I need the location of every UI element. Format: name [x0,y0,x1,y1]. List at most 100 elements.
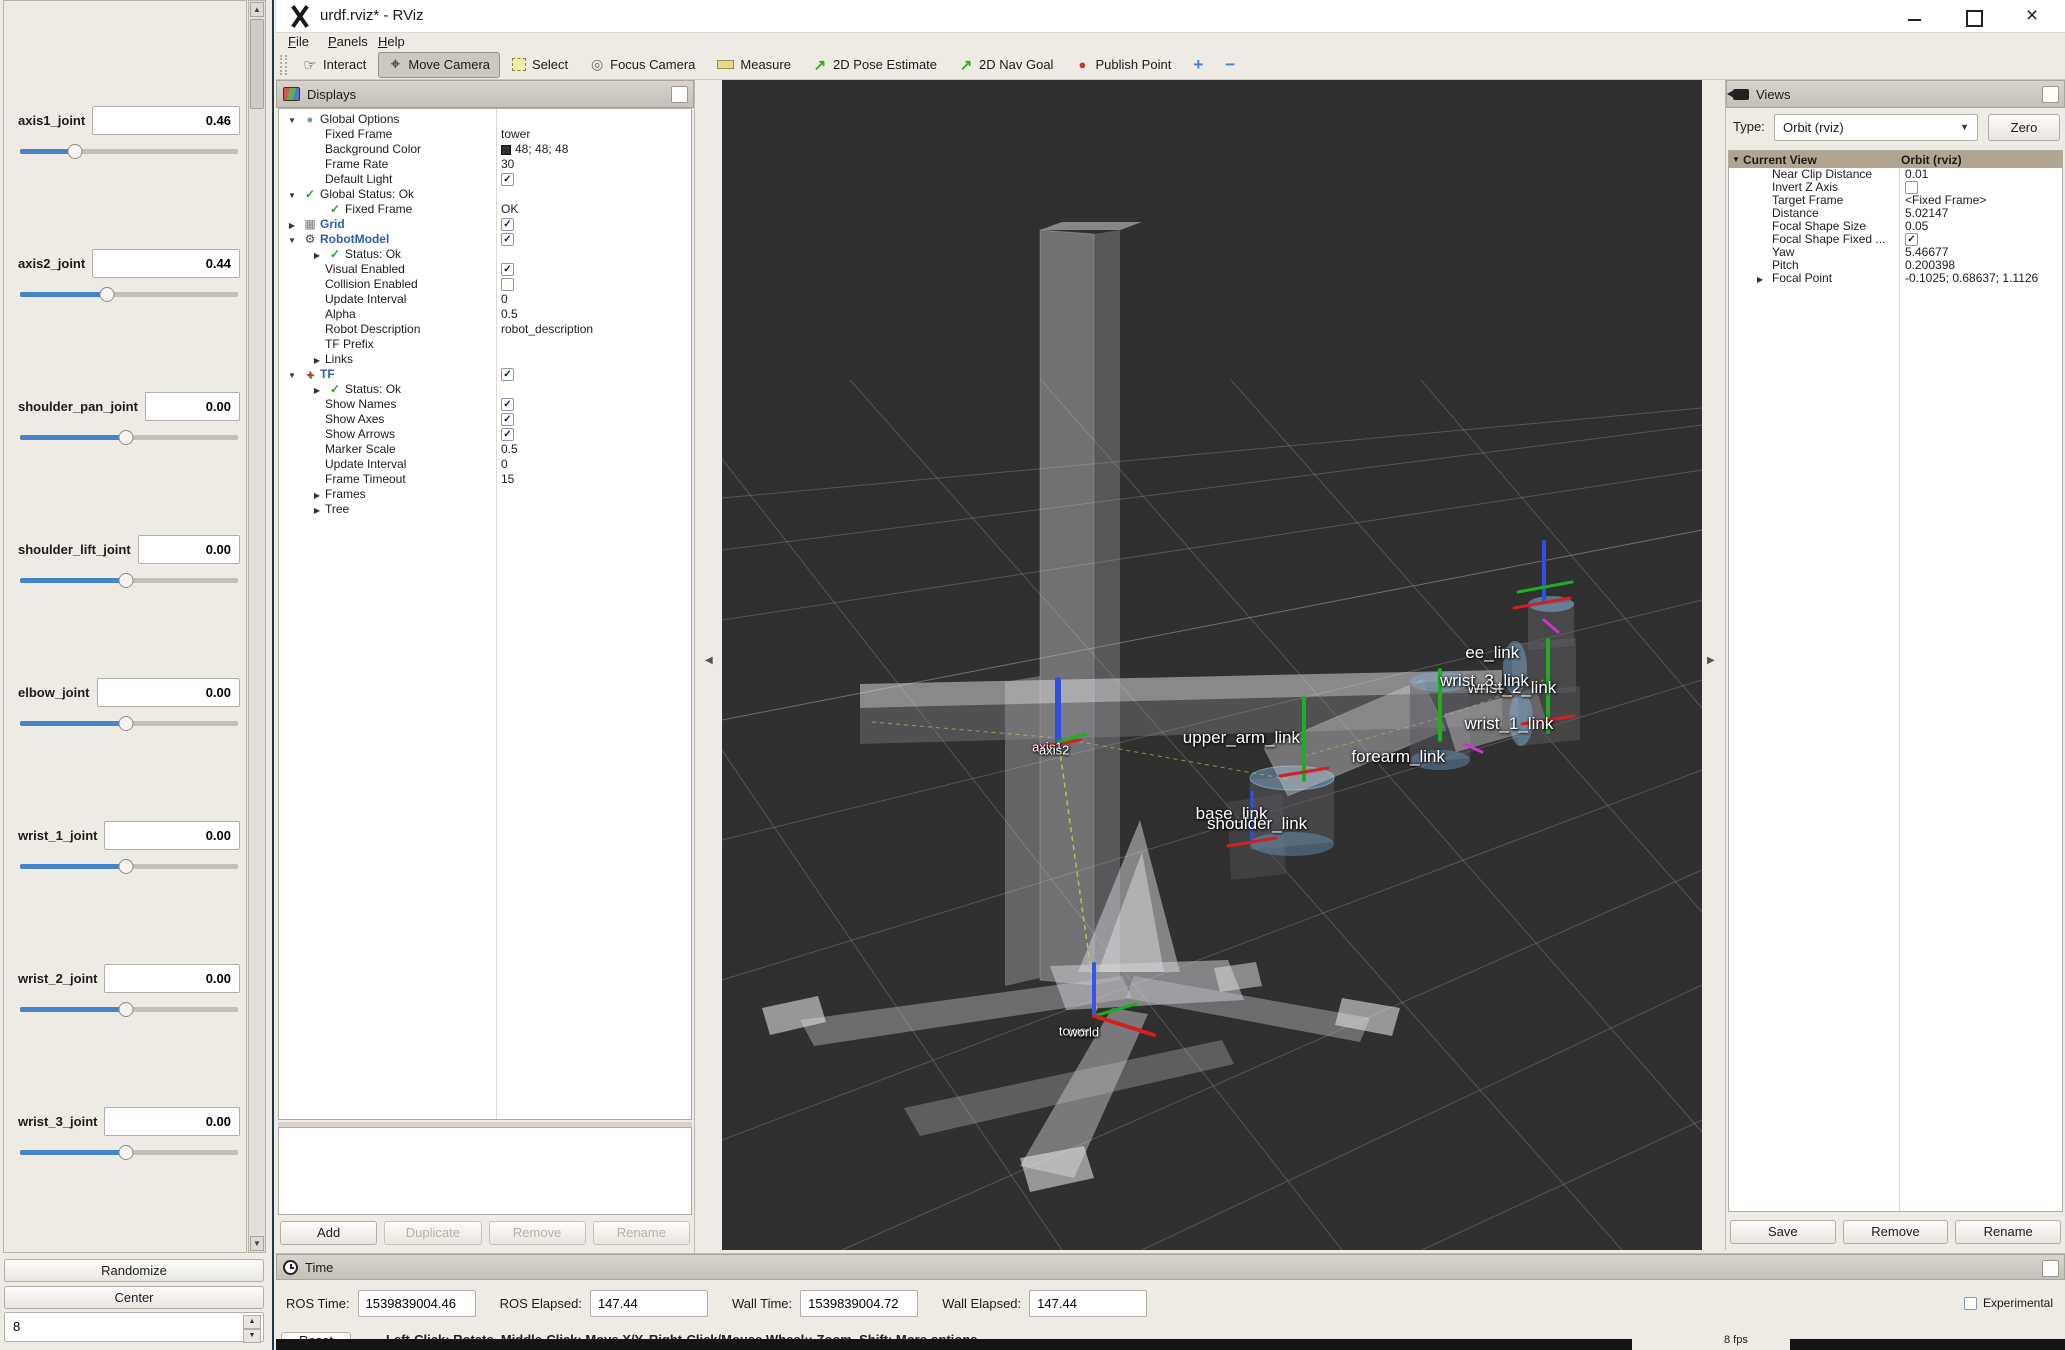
display-tree-row[interactable]: Status: Ok [279,247,691,262]
display-tree-row[interactable]: Fixed Frame tower [279,127,691,142]
display-tree-row[interactable]: Grid [279,217,691,232]
checkbox[interactable] [501,368,514,381]
joint-slider-handle[interactable] [67,144,82,159]
checkbox[interactable] [501,218,514,231]
property-value[interactable]: 0.5 [496,442,518,457]
property-value[interactable]: 48; 48; 48 [496,142,568,157]
expand-arrow-icon[interactable] [284,232,300,248]
time-field-input[interactable] [800,1290,918,1317]
joint-slider-handle[interactable] [100,287,115,302]
display-tree-row[interactable]: Default Light [279,172,691,187]
time-field-input[interactable] [590,1290,708,1317]
joint-slider-handle[interactable] [118,430,133,445]
expand-arrow-icon[interactable] [284,187,300,203]
property-value[interactable]: robot_description [496,322,593,337]
display-tree-row[interactable]: Visual Enabled [279,262,691,277]
property-value[interactable]: 30 [496,157,514,172]
minimize-icon[interactable] [1903,8,1925,26]
toolbar-tool-button[interactable]: Measure [707,52,801,78]
current-view-header[interactable]: ▼ Current View Orbit (rviz) [1729,151,2062,168]
property-value[interactable] [496,428,514,441]
property-value[interactable]: tower [496,127,530,142]
display-tree-row[interactable]: Collision Enabled [279,277,691,292]
property-value[interactable] [496,218,514,231]
collapse-right-panel-icon[interactable]: ▶ [1707,655,1715,666]
display-tree-row[interactable]: Update Interval 0 [279,457,691,472]
display-tree-row[interactable]: Links [279,352,691,367]
view-type-dropdown[interactable]: Orbit (rviz) ▼ [1774,114,1978,141]
joint-panel-scrollbar[interactable]: ▲ ▼ [248,0,266,1253]
expand-arrow-icon[interactable] [309,502,325,518]
scrollbar-down-icon[interactable]: ▼ [250,1236,264,1251]
display-tree-row[interactable]: Frames [279,487,691,502]
display-tree-row[interactable]: Status: Ok [279,382,691,397]
display-tree-row[interactable]: TF [279,367,691,382]
add-tool-button[interactable]: + [1183,55,1213,75]
checkbox[interactable] [501,413,514,426]
window-titlebar[interactable]: urdf.rviz* - RViz × [276,0,2065,33]
toolbar-drag-handle[interactable] [280,55,287,75]
display-tree-row[interactable]: Background Color 48; 48; 48 [279,142,691,157]
joint-value-input[interactable] [138,535,240,564]
property-value[interactable]: 0 [496,457,508,472]
joint-value-input[interactable] [92,249,240,278]
displays-panel-header[interactable]: Displays [276,80,694,108]
checkbox[interactable] [501,173,514,186]
menu-file[interactable]: File [288,34,309,49]
display-tree-row[interactable]: Robot Description robot_description [279,322,691,337]
joint-slider[interactable] [20,149,238,154]
joint-slider[interactable] [20,1150,238,1155]
displays-action-button[interactable]: Add [280,1221,377,1245]
time-field-input[interactable] [1029,1290,1147,1317]
property-value[interactable]: -0.1025; 0.68637; 1.1126 [1901,272,2038,285]
spin-up-icon[interactable]: ▲ [243,1315,261,1329]
center-button[interactable]: Center [4,1286,264,1309]
expand-arrow-icon[interactable] [284,367,300,383]
property-value[interactable] [496,233,514,246]
joint-slider[interactable] [20,578,238,583]
toolbar-tool-button[interactable]: Select [502,52,578,78]
3d-viewport[interactable]: upper_arm_link forearm_link wrist_1_link… [722,80,1702,1250]
property-value[interactable] [496,278,514,291]
checkbox[interactable] [501,263,514,276]
displays-action-button[interactable]: Rename [593,1221,690,1245]
spin-down-icon[interactable]: ▼ [243,1329,261,1343]
expand-arrow-icon[interactable] [309,352,325,368]
joint-slider-handle[interactable] [118,573,133,588]
collapse-left-panel-icon[interactable]: ◀ [705,655,713,666]
joint-slider-handle[interactable] [118,716,133,731]
time-field-input[interactable] [358,1290,476,1317]
toolbar-tool-button[interactable]: Focus Camera [580,52,705,78]
display-tree-row[interactable]: Global Options [279,112,691,127]
property-value[interactable] [496,368,514,381]
checkbox[interactable] [501,278,514,291]
rate-spinbox-input[interactable] [5,1313,225,1339]
scrollbar-up-icon[interactable]: ▲ [250,2,264,17]
views-action-button[interactable]: Rename [1955,1220,2061,1244]
property-value[interactable] [496,173,514,186]
joint-slider[interactable] [20,721,238,726]
time-panel-header[interactable]: Time [276,1254,2065,1280]
remove-tool-button[interactable]: − [1215,55,1245,75]
joint-value-input[interactable] [145,392,240,421]
expand-arrow-icon[interactable] [284,112,300,128]
display-tree-row[interactable]: Update Interval 0 [279,292,691,307]
checkbox[interactable] [501,428,514,441]
display-tree-row[interactable]: Global Status: Ok [279,187,691,202]
joint-value-input[interactable] [104,964,240,993]
expand-arrow-icon[interactable]: ▼ [1729,155,1743,164]
toolbar-tool-button[interactable]: 2D Pose Estimate [803,52,947,78]
displays-action-button[interactable]: Duplicate [384,1221,481,1245]
joint-slider-handle[interactable] [118,1145,133,1160]
checkbox[interactable] [501,398,514,411]
display-tree-row[interactable]: Marker Scale 0.5 [279,442,691,457]
panel-float-button[interactable] [2042,86,2059,103]
panel-float-button[interactable] [671,86,688,103]
display-tree-row[interactable]: Show Axes [279,412,691,427]
randomize-button[interactable]: Randomize [4,1259,264,1282]
views-action-button[interactable]: Remove [1843,1220,1949,1244]
joint-slider[interactable] [20,435,238,440]
joint-slider[interactable] [20,292,238,297]
joint-slider-handle[interactable] [118,859,133,874]
property-value[interactable]: 15 [496,472,514,487]
